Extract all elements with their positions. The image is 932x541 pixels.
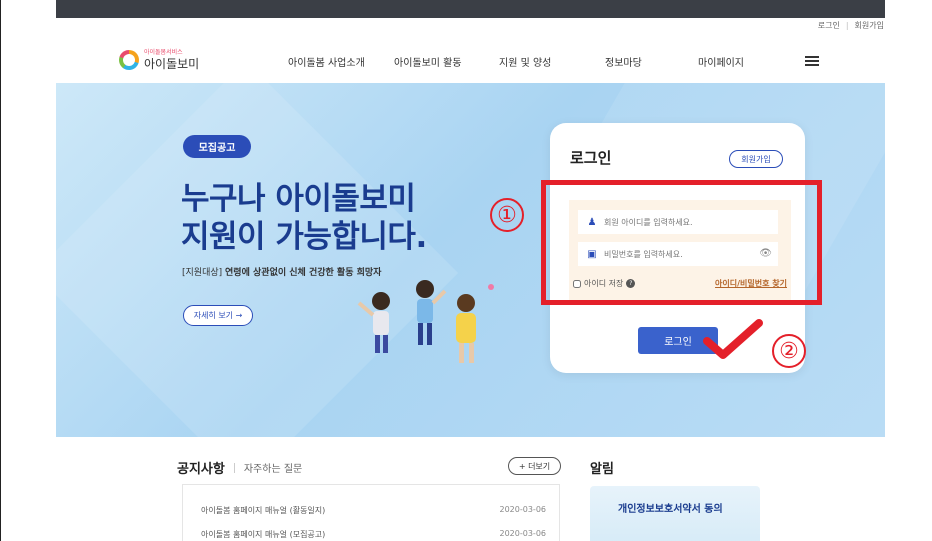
nav-item-intro[interactable]: 아이돌봄 사업소개 bbox=[288, 54, 365, 69]
hero-title-line2: 지원이 가능합니다. bbox=[181, 219, 427, 255]
annotation-step-1: ① bbox=[490, 198, 524, 232]
hero-more-button[interactable]: 자세히 보기 → bbox=[183, 305, 253, 326]
hero-title-line1: 누구나 아이돌보미 bbox=[181, 181, 416, 217]
top-signup-link[interactable]: 회원가입 bbox=[855, 20, 884, 31]
nav-item-mypage[interactable]: 마이페이지 bbox=[698, 54, 744, 69]
top-links: 로그인 | 회원가입 bbox=[818, 20, 884, 31]
signup-button[interactable]: 회원가입 bbox=[729, 150, 783, 168]
nav-item-activity[interactable]: 아이돌보미 활동 bbox=[394, 54, 462, 69]
notice-item-date: 2020-03-06 bbox=[499, 505, 547, 514]
frame-edge bbox=[0, 0, 1, 541]
notice-item[interactable]: 아이돌봄 홈페이지 매뉴얼 (모집공고) 2020-03-06 bbox=[201, 529, 546, 540]
children-illustration bbox=[357, 280, 494, 363]
recruit-badge: 모집공고 bbox=[183, 135, 251, 158]
logo-mark-icon bbox=[119, 50, 139, 70]
privacy-agreement-text: 개인정보보호서약서 동의 bbox=[618, 504, 723, 515]
notice-more-button[interactable]: + 더보기 bbox=[508, 457, 561, 475]
faq-tab[interactable]: 자주하는 질문 bbox=[244, 460, 302, 475]
logo-sub: 아이돌봄서비스 bbox=[144, 49, 183, 56]
annotation-highlight-box bbox=[541, 180, 822, 305]
annotation-step-2: ② bbox=[772, 334, 806, 368]
notice-divider bbox=[233, 462, 235, 473]
logo-main: 아이돌보미 bbox=[144, 57, 200, 71]
logo-text: 아이돌봄서비스 아이돌보미 bbox=[144, 49, 200, 71]
notice-item[interactable]: 아이돌봄 홈페이지 매뉴얼 (활동일지) 2020-03-06 bbox=[201, 505, 546, 516]
notice-title[interactable]: 공지사항 bbox=[177, 458, 225, 477]
notice-item-title: 아이돌봄 홈페이지 매뉴얼 (활동일지) bbox=[201, 506, 326, 515]
annotation-check-icon bbox=[703, 319, 763, 359]
top-bar bbox=[56, 0, 885, 18]
top-login-link[interactable]: 로그인 bbox=[818, 20, 840, 31]
site-header: 아이돌봄서비스 아이돌보미 아이돌봄 사업소개 아이돌보미 활동 지원 및 양성… bbox=[56, 38, 885, 83]
login-title: 로그인 bbox=[570, 149, 612, 167]
site-logo[interactable]: 아이돌봄서비스 아이돌보미 bbox=[119, 50, 199, 70]
notice-list: 아이돌봄 홈페이지 매뉴얼 (활동일지) 2020-03-06 아이돌봄 홈페이… bbox=[182, 484, 560, 541]
top-links-divider: | bbox=[845, 21, 849, 30]
hero-target-label: [지원대상] bbox=[182, 268, 223, 278]
notice-header: 공지사항 자주하는 질문 bbox=[177, 458, 302, 477]
nav-item-info[interactable]: 정보마당 bbox=[605, 54, 642, 69]
hero-title: 누구나 아이돌보미 지원이 가능합니다. bbox=[181, 180, 427, 256]
menu-icon[interactable] bbox=[805, 56, 819, 66]
nav-item-support[interactable]: 지원 및 양성 bbox=[499, 54, 551, 69]
privacy-agreement-banner[interactable]: 개인정보보호서약서 동의 bbox=[590, 486, 760, 541]
notice-item-title: 아이돌봄 홈페이지 매뉴얼 (모집공고) bbox=[201, 530, 326, 539]
hero-decoration bbox=[56, 83, 459, 437]
notice-item-date: 2020-03-06 bbox=[499, 529, 547, 538]
alert-title: 알림 bbox=[590, 462, 614, 477]
